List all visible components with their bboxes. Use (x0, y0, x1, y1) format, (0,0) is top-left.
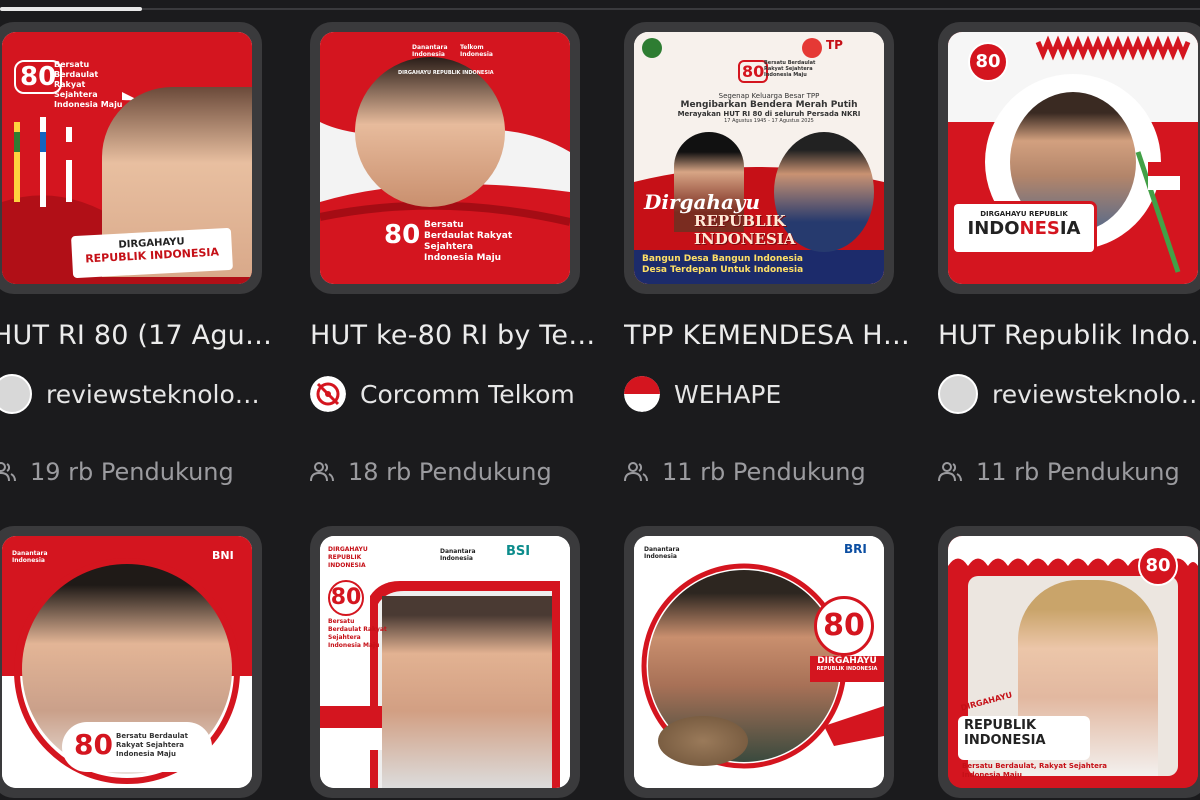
subtitle: DIRGAHAYU REPUBLIK INDONESIA (398, 70, 494, 76)
creator-name: reviewsteknologi.id (46, 379, 262, 409)
creator[interactable]: reviewsteknologi.id (0, 374, 262, 414)
twibbon-art: Danantara Indonesia Telkom Indonesia DIR… (320, 32, 570, 284)
banner-line2: INDONESIA (964, 733, 1046, 748)
banner-line2: REPUBLIK INDONESIA (816, 666, 878, 672)
message: Segenap Keluarga Besar TPP Mengibarkan B… (654, 92, 884, 124)
badge-80: 80 (384, 220, 421, 250)
logo-tp: TP (826, 38, 843, 52)
logo-left: Danantara Indonesia (440, 548, 476, 562)
logo-right: Telkom Indonesia (460, 44, 493, 58)
card-thumbnail[interactable]: 80 DIRGAHAYU REPUBLIK INDONESIA Bersatu … (938, 526, 1200, 798)
supporters-count: 19 rb Pendukung (0, 458, 234, 486)
supporters-text: 19 rb Pendukung (30, 458, 234, 486)
banner: DIRGAHAYU REPUBLIK INDONESIA (954, 204, 1094, 252)
banner-line1: DIRGAHAYU REPUBLIK (980, 210, 1068, 218)
badge-80: 80 (1138, 546, 1178, 586)
message-line2: Mengibarkan Bendera Merah Putih (680, 100, 858, 110)
twibbon-art: 80 Bersatu Berdaulat Rakyat Sejahtera In… (2, 32, 252, 284)
card-title[interactable]: HUT ke-80 RI by Telkom (310, 320, 600, 351)
logo-right: BRI (844, 542, 867, 556)
twibbon-art: 80 DIRGAHAYU REPUBLIK INDONESIA (948, 32, 1198, 284)
creator-avatar (624, 376, 660, 412)
active-tab-indicator (0, 7, 142, 11)
script-title: Dirgahayu (644, 190, 761, 214)
logo-left: Danantara Indonesia (12, 550, 48, 564)
twibbon-art: Danantara Indonesia BNI 80 Bersatu Berda… (2, 536, 252, 788)
supporters-text: 11 rb Pendukung (976, 458, 1180, 486)
card-thumbnail[interactable]: 80 Bersatu Berdaulat Rakyat Sejahtera In… (0, 22, 262, 294)
twibbon-art: DIRGAHAYU REPUBLIK INDONESIA Danantara I… (320, 536, 570, 788)
tagline: Bersatu Berdaulat Rakyat Sejahtera Indon… (116, 732, 188, 758)
supporters-count: 11 rb Pendukung (938, 458, 1180, 486)
banner: DIRGAHAYU REPUBLIK INDONESIA (71, 227, 233, 279)
banner: REPUBLIK INDONESIA (958, 716, 1090, 760)
dates: 17 Agustus 1945 - 17 Agustus 2025 (724, 118, 814, 124)
banner-line1: REPUBLIK (964, 718, 1037, 733)
creator-avatar (310, 376, 346, 412)
people-icon (938, 462, 962, 482)
card-title[interactable]: TPP KEMENDESA HUT RI 80 (624, 320, 914, 351)
subtitle: DIRGAHAYU REPUBLIK INDONESIA (328, 546, 368, 569)
card-thumbnail[interactable]: Danantara Indonesia BNI 80 Bersatu Berda… (0, 526, 262, 798)
people-icon (624, 462, 648, 482)
logo-right: BSI (506, 544, 531, 559)
card-thumbnail[interactable]: DIRGAHAYU REPUBLIK INDONESIA Danantara I… (310, 526, 580, 798)
twibbon-art: Danantara Indonesia BRI 80 DIRGAHAYU REP… (634, 536, 884, 788)
creator-avatar (938, 374, 978, 414)
supporters-text: 18 rb Pendukung (348, 458, 552, 486)
creator-name: reviewsteknologi.id (992, 379, 1200, 409)
twibbon-art: 80 Bersatu Berdaulat Rakyat Sejahtera In… (634, 32, 884, 284)
footer-line1: Bangun Desa Bangun Indonesia (642, 254, 804, 264)
people-icon (310, 462, 334, 482)
card-title[interactable]: HUT RI 80 (17 Agustus... (0, 320, 282, 351)
card-thumbnail[interactable]: Danantara Indonesia Telkom Indonesia DIR… (310, 22, 580, 294)
banner: DIRGAHAYU REPUBLIK INDONESIA (810, 656, 884, 682)
banner-part2: NES (1019, 218, 1060, 239)
supporters-count: 18 rb Pendukung (310, 458, 552, 486)
banner-line2: INDONESIA (954, 218, 1094, 239)
tagline: Bersatu Berdaulat Rakyat Sejahtera Indon… (764, 60, 816, 78)
village-illustration (658, 716, 748, 766)
supporters-text: 11 rb Pendukung (662, 458, 866, 486)
banner-line1: DIRGAHAYU (817, 656, 877, 666)
portrait-photo (382, 596, 552, 788)
creator[interactable]: WEHAPE (624, 374, 894, 414)
creator-name: Corcomm Telkom (360, 379, 575, 409)
portrait-photo (355, 57, 505, 207)
badge-80: 80 (814, 596, 874, 656)
banner-part1: INDO (967, 218, 1020, 239)
card-title[interactable]: HUT Republik Indonesia 80 (938, 320, 1200, 351)
creator[interactable]: Corcomm Telkom (310, 374, 580, 414)
message-line3: Merayakan HUT RI 80 di seluruh Persada N… (677, 110, 861, 118)
banner: REPUBLIK INDONESIA (694, 212, 796, 248)
people-icon (0, 462, 16, 482)
tagline: Bersatu Berdaulat Rakyat Sejahtera Indon… (54, 60, 123, 109)
supporters-count: 11 rb Pendukung (624, 458, 866, 486)
creator-avatar (0, 374, 32, 414)
creator[interactable]: reviewsteknologi.id (938, 374, 1200, 414)
tab-underline-track (0, 7, 1200, 11)
tagline: Bersatu Berdaulat Rakyat Sejahtera Indon… (424, 220, 513, 263)
logo-left: Danantara Indonesia (644, 546, 680, 560)
tagline: Bersatu Berdaulat, Rakyat Sejahtera Indo… (962, 762, 1108, 779)
message-line1: Segenap Keluarga Besar TPP (718, 92, 820, 100)
card-thumbnail[interactable]: 80 Bersatu Berdaulat Rakyat Sejahtera In… (624, 22, 894, 294)
footer: Bangun Desa Bangun Indonesia Desa Terdep… (642, 254, 803, 276)
badge-80: 80 (968, 42, 1008, 82)
logo-right: BNI (212, 549, 234, 562)
logo-left: Danantara Indonesia (412, 44, 448, 58)
banner-part3: IA (1059, 218, 1081, 239)
creator-name: WEHAPE (674, 379, 782, 409)
tagline: Bersatu Berdaulat Rakyat Sejahtera Indon… (328, 618, 387, 649)
card-thumbnail[interactable]: 80 DIRGAHAYU REPUBLIK INDONESIA (938, 22, 1200, 294)
badge-80: 80 (74, 728, 113, 761)
twibbon-art: 80 DIRGAHAYU REPUBLIK INDONESIA Bersatu … (948, 536, 1198, 788)
footer-line2: Desa Terdepan Untuk Indonesia (642, 265, 804, 275)
card-thumbnail[interactable]: Danantara Indonesia BRI 80 DIRGAHAYU REP… (624, 526, 894, 798)
badge-80: 80 (328, 580, 364, 616)
